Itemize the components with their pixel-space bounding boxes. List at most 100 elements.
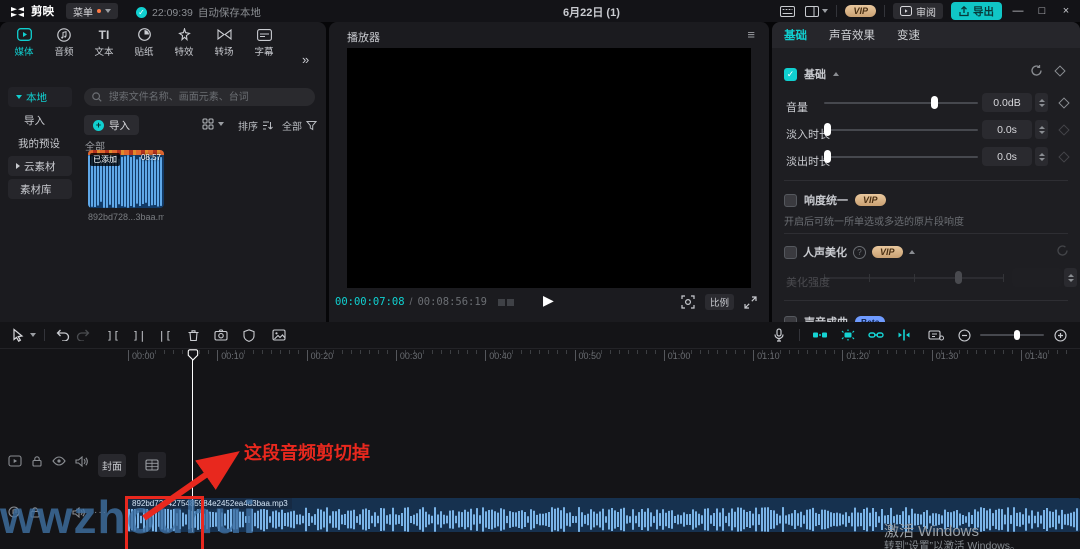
keyframe-diamond-icon[interactable] xyxy=(1054,65,1065,76)
zoom-in-button[interactable] xyxy=(1050,325,1070,345)
select-tool-button[interactable] xyxy=(8,325,28,345)
timeline-ruler[interactable]: 00:0000:1000:2000:3000:4000:5001:0001:10… xyxy=(0,348,1080,365)
shortcut-keyboard-icon[interactable] xyxy=(777,1,797,21)
snap-toggle[interactable] xyxy=(810,328,830,343)
preview-focus-icon[interactable] xyxy=(681,295,695,309)
media-item[interactable]: 已添加 08:57 892bd728...3baa.mp3 xyxy=(88,150,164,222)
maximize-button[interactable]: □ xyxy=(1034,3,1050,19)
freeze-frame-button[interactable] xyxy=(211,325,231,345)
record-voiceover-button[interactable] xyxy=(769,325,789,345)
nav-library[interactable]: 素材库 xyxy=(8,179,72,199)
media-nav: 本地 导入 我的预设 云素材 素材库 xyxy=(8,84,72,202)
voice-strength-value[interactable] xyxy=(1012,268,1062,287)
media-item-thumbnail[interactable]: 已添加 08:57 xyxy=(88,150,164,208)
search-input[interactable] xyxy=(107,91,307,104)
ratio-button[interactable]: 比例 xyxy=(705,294,734,310)
filter-button[interactable]: 全部 xyxy=(282,118,317,133)
player-menu-icon[interactable]: ≡ xyxy=(747,27,755,42)
keyframe-diamond-icon[interactable] xyxy=(1058,97,1069,108)
cover-image-button[interactable] xyxy=(269,325,289,345)
timeline-zoom-slider[interactable] xyxy=(980,328,1044,342)
fade-in-stepper[interactable] xyxy=(1035,120,1048,139)
delete-right-button[interactable]: |[ xyxy=(155,325,175,345)
tab-audio[interactable]: 音频 xyxy=(44,27,84,58)
review-button[interactable]: 审阅 xyxy=(893,3,943,19)
fade-out-value[interactable]: 0.0s xyxy=(982,147,1032,166)
nav-presets[interactable]: 我的预设 xyxy=(8,133,72,153)
import-button[interactable]: + 导入 xyxy=(84,115,139,135)
voice-strength-handle[interactable] xyxy=(955,271,962,284)
reset-icon[interactable] xyxy=(1056,244,1069,257)
fade-in-slider[interactable] xyxy=(824,121,978,138)
music-note-icon xyxy=(57,27,71,42)
auto-snap-toggle[interactable] xyxy=(838,328,858,343)
preview-axis-toggle[interactable] xyxy=(894,328,914,343)
collapse-icon[interactable] xyxy=(833,72,839,76)
zoom-slider-handle[interactable] xyxy=(1014,330,1020,340)
fade-in-slider-handle[interactable] xyxy=(824,123,831,136)
voice-beautify-checkbox[interactable] xyxy=(784,246,797,259)
loudness-checkbox[interactable] xyxy=(784,194,797,207)
loudness-description: 开启后可统一所单选或多选的原片段响度 xyxy=(784,213,964,228)
tab-basic[interactable]: 基础 xyxy=(784,27,807,43)
speaker-icon[interactable] xyxy=(75,456,88,467)
search-box[interactable] xyxy=(84,88,315,106)
menu-button[interactable]: 菜单 xyxy=(66,3,118,19)
timeline-settings-button[interactable] xyxy=(926,325,946,345)
tab-speed[interactable]: 变速 xyxy=(897,27,920,43)
keyframe-diamond-icon[interactable] xyxy=(1058,124,1069,135)
delete-button[interactable] xyxy=(183,325,203,345)
keyframe-diamond-icon[interactable] xyxy=(1058,151,1069,162)
fade-out-slider-handle[interactable] xyxy=(824,150,831,163)
volume-slider[interactable] xyxy=(824,94,978,111)
fullscreen-icon[interactable] xyxy=(744,296,757,309)
sort-button[interactable]: 排序 xyxy=(238,118,273,133)
collapse-icon[interactable] xyxy=(909,250,915,254)
nav-cloud[interactable]: 云素材 xyxy=(8,156,72,176)
delete-left-button[interactable]: ]| xyxy=(129,325,149,345)
tab-sticker[interactable]: 贴纸 xyxy=(124,27,164,58)
eye-icon[interactable] xyxy=(52,456,66,466)
tab-text[interactable]: TI 文本 xyxy=(84,27,124,58)
zoom-out-button[interactable] xyxy=(954,325,974,345)
split-button[interactable]: ][ xyxy=(103,325,123,345)
layout-switch-button[interactable] xyxy=(805,1,828,21)
chevron-down-icon[interactable] xyxy=(30,333,36,337)
tab-media[interactable]: 媒体 xyxy=(4,27,44,58)
close-button[interactable]: × xyxy=(1058,3,1074,19)
fade-in-value[interactable]: 0.0s xyxy=(982,120,1032,139)
expand-tabs-button[interactable]: » xyxy=(302,52,309,67)
play-button[interactable]: ▶ xyxy=(543,292,554,309)
export-button[interactable]: 导出 xyxy=(951,2,1002,20)
nav-local[interactable]: 本地 xyxy=(8,87,72,107)
redo-button[interactable] xyxy=(73,325,93,345)
quality-toggle-icon[interactable] xyxy=(498,299,514,306)
help-icon[interactable]: ? xyxy=(853,246,866,259)
track-visibility-icon[interactable] xyxy=(8,455,22,467)
volume-stepper[interactable] xyxy=(1035,93,1048,112)
cover-button[interactable]: 封面 xyxy=(98,454,126,477)
video-viewport[interactable] xyxy=(347,48,751,288)
fade-out-slider[interactable] xyxy=(824,148,978,165)
reset-icon[interactable] xyxy=(1030,64,1043,77)
mute-shield-button[interactable] xyxy=(239,325,259,345)
vip-badge[interactable]: VIP xyxy=(845,5,876,17)
view-mode-button[interactable] xyxy=(202,118,224,130)
minimize-button[interactable]: — xyxy=(1010,3,1026,19)
tab-sound-effects[interactable]: 声音效果 xyxy=(829,27,875,43)
volume-slider-handle[interactable] xyxy=(931,96,938,109)
playhead-handle[interactable] xyxy=(185,349,201,365)
undo-button[interactable] xyxy=(53,325,73,345)
basic-checkbox[interactable]: ✓ xyxy=(784,68,797,81)
tab-effects[interactable]: 特效 xyxy=(164,27,204,58)
voice-strength-stepper[interactable] xyxy=(1064,268,1077,287)
fade-out-stepper[interactable] xyxy=(1035,147,1048,166)
nav-import[interactable]: 导入 xyxy=(8,110,72,130)
volume-value[interactable]: 0.0dB xyxy=(982,93,1032,112)
tab-transitions[interactable]: 转场 xyxy=(204,27,244,58)
text-icon: TI xyxy=(99,27,110,42)
linkage-toggle[interactable] xyxy=(866,328,886,343)
tab-captions[interactable]: 字幕 xyxy=(244,27,284,58)
lock-icon[interactable] xyxy=(31,455,43,467)
voice-strength-slider[interactable] xyxy=(824,269,1004,286)
